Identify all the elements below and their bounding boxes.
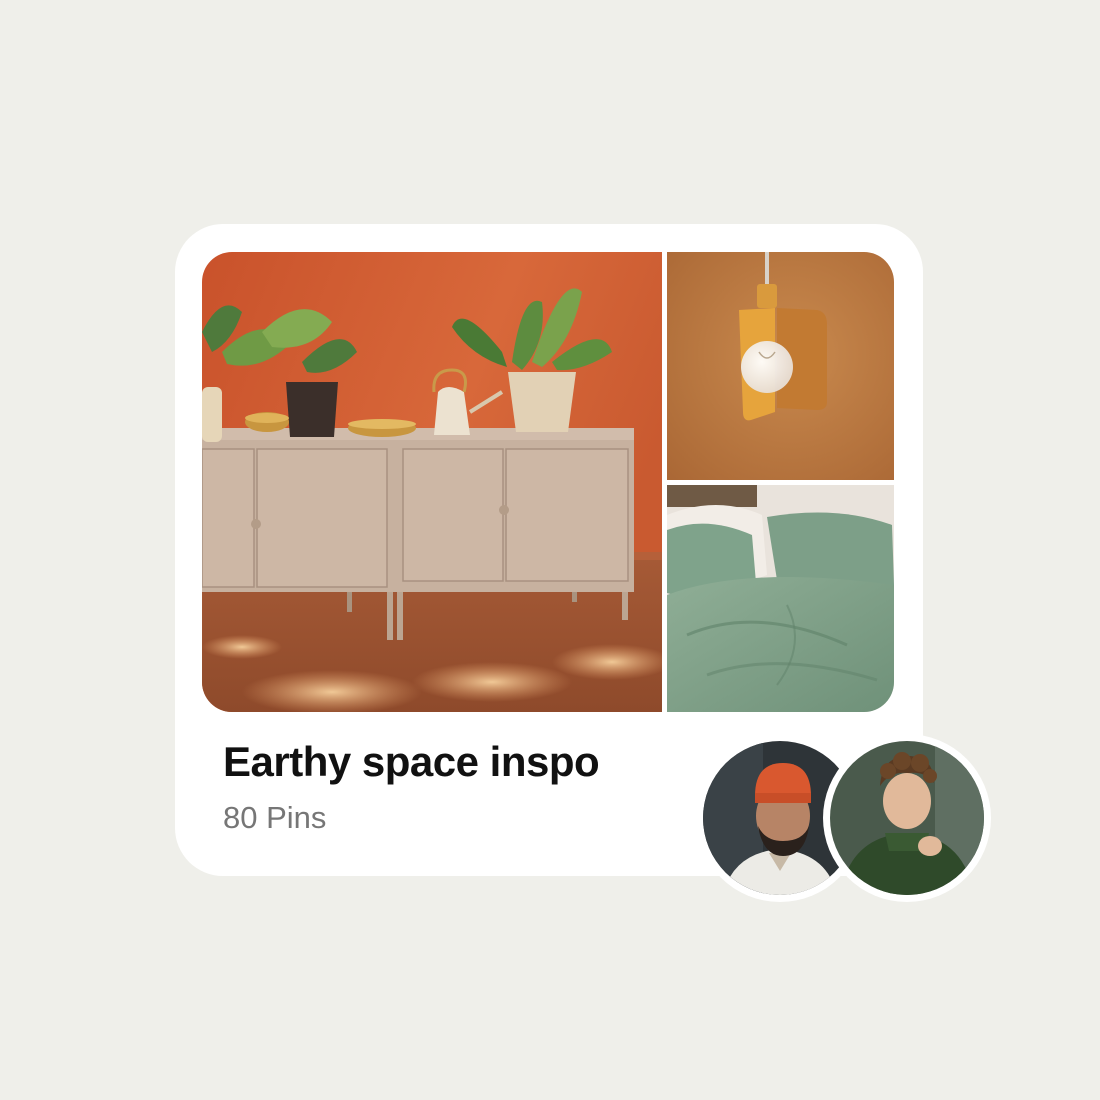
pendant-lamp-image[interactable] [667, 252, 894, 480]
board-title[interactable]: Earthy space inspo [223, 736, 600, 788]
pin-count: 80 Pins [223, 800, 327, 835]
main-image[interactable] [202, 252, 662, 712]
bedding-image[interactable] [667, 485, 894, 712]
collaborator-avatar-2[interactable] [823, 734, 991, 902]
